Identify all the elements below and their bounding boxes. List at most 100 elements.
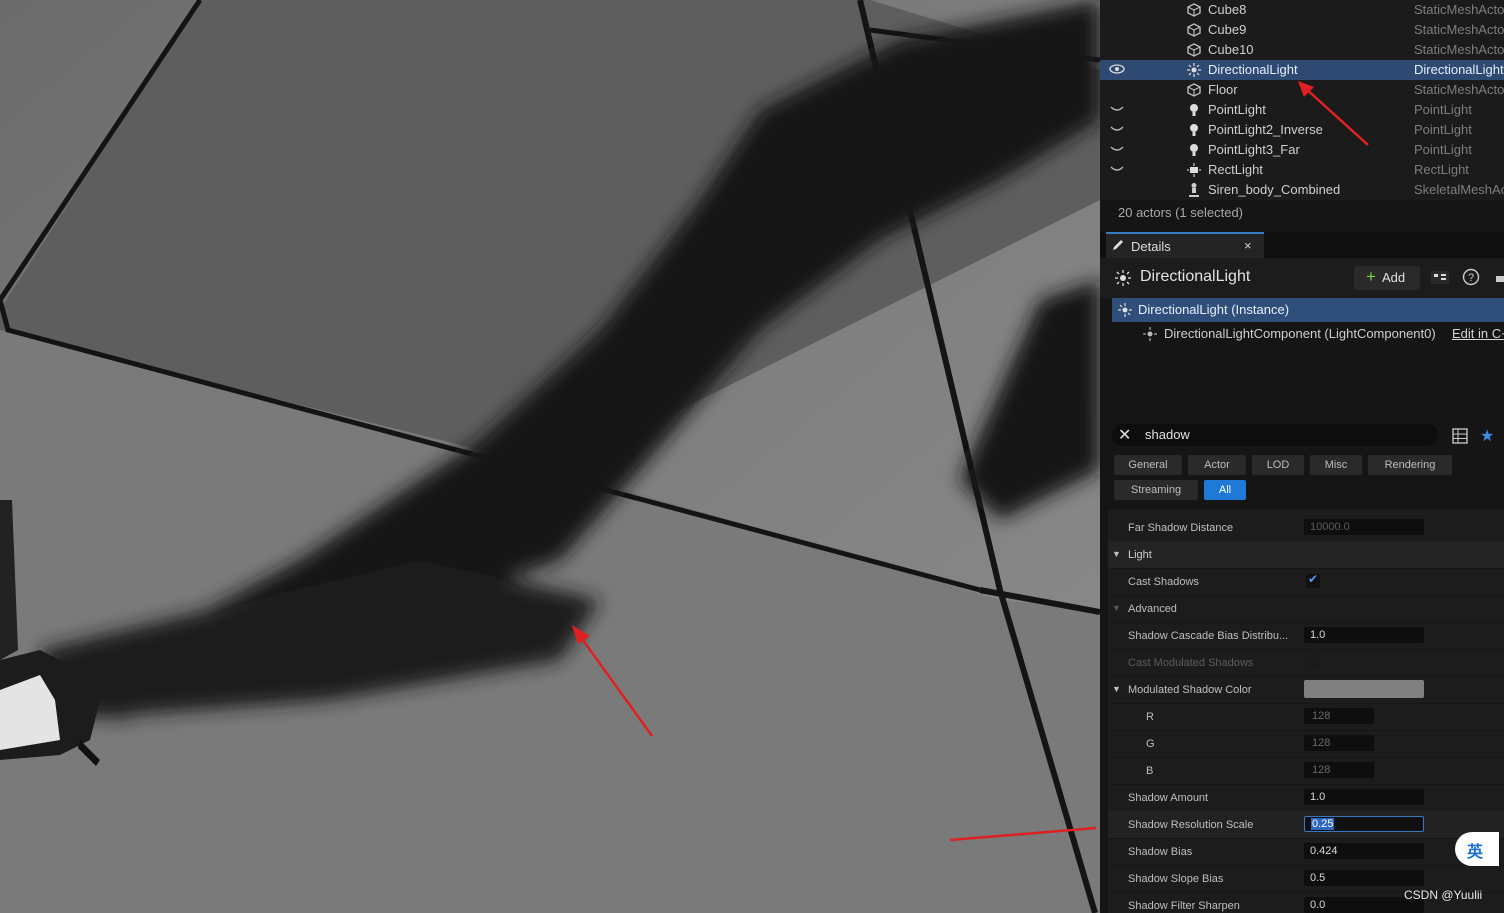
outliner-row-type: SkeletalMeshAc xyxy=(1414,182,1504,197)
clear-search-icon[interactable]: ✕ xyxy=(1118,425,1131,445)
outliner-row[interactable]: Cube9 StaticMeshActo xyxy=(1100,20,1504,40)
prop-label: Shadow Resolution Scale xyxy=(1128,819,1254,831)
outliner-row[interactable]: RectLight RectLight xyxy=(1100,160,1504,180)
filter-actor[interactable]: Actor xyxy=(1188,455,1246,475)
cast-modulated-checkbox[interactable] xyxy=(1306,655,1320,669)
favorite-star-icon[interactable]: ★ xyxy=(1480,426,1494,446)
shadow-bias-field[interactable]: 0.424 xyxy=(1304,843,1424,859)
tab-details[interactable]: Details × xyxy=(1106,232,1264,258)
close-icon[interactable]: × xyxy=(1244,238,1252,253)
eye-closed-icon[interactable] xyxy=(1109,163,1125,177)
eye-closed-icon[interactable] xyxy=(1109,103,1125,117)
filter-lod[interactable]: LOD xyxy=(1252,455,1304,475)
grid-view-icon[interactable] xyxy=(1452,428,1468,449)
prop-label: Far Shadow Distance xyxy=(1128,522,1234,534)
level-viewport[interactable] xyxy=(0,0,1100,913)
prop-label: Cast Shadows xyxy=(1128,576,1199,588)
prop-far-shadow-distance: Far Shadow Distance 10000.0 xyxy=(1108,514,1504,542)
outliner-row-name: Cube8 xyxy=(1208,2,1247,17)
prop-shadow-amount: Shadow Amount 1.0 xyxy=(1108,784,1504,812)
prop-label: Advanced xyxy=(1128,603,1177,615)
outliner-row-type: PointLight xyxy=(1414,122,1472,137)
details-actor-title: DirectionalLight xyxy=(1140,268,1251,285)
directional-light-icon xyxy=(1186,62,1202,78)
editor-side-panel: Cube8 StaticMeshActo Cube9 StaticMeshAct… xyxy=(1100,0,1504,913)
cast-shadows-checkbox[interactable]: ✔ xyxy=(1306,572,1320,588)
prop-value: 0.5 xyxy=(1310,872,1326,884)
prop-label: Shadow Amount xyxy=(1128,792,1209,804)
ime-indicator[interactable]: 英 xyxy=(1455,832,1499,866)
far-shadow-distance-field[interactable]: 10000.0 xyxy=(1304,519,1424,535)
prop-color-b: B 128 xyxy=(1108,757,1504,785)
prop-shadow-resolution-scale: Shadow Resolution Scale 0.25 xyxy=(1108,811,1504,839)
category-light[interactable]: ▼ Light xyxy=(1108,541,1504,569)
svg-text:?: ? xyxy=(1468,272,1474,284)
outliner-row[interactable]: Cube10 StaticMeshActo xyxy=(1100,40,1504,60)
component-child-label[interactable]: DirectionalLightComponent (LightComponen… xyxy=(1164,326,1436,341)
eye-closed-icon[interactable] xyxy=(1109,123,1125,137)
add-component-button[interactable]: + Add xyxy=(1354,266,1420,290)
directional-light-icon xyxy=(1117,302,1133,323)
prop-label: Shadow Bias xyxy=(1128,846,1193,858)
edit-in-cpp-link[interactable]: Edit in C+ xyxy=(1452,326,1504,341)
static-mesh-icon xyxy=(1186,42,1202,58)
component-instance-label: DirectionalLight (Instance) xyxy=(1138,302,1290,317)
shadow-slope-bias-field[interactable]: 0.5 xyxy=(1304,870,1424,886)
prop-value: 1.0 xyxy=(1310,791,1326,803)
color-g-field[interactable]: 128 xyxy=(1304,735,1374,751)
prop-cast-shadows: Cast Shadows ✔ xyxy=(1108,568,1504,596)
shadow-resolution-scale-input[interactable]: 0.25 xyxy=(1304,816,1424,832)
prop-value: 128 xyxy=(1312,737,1331,749)
tab-details-label: Details xyxy=(1131,239,1171,254)
color-swatch[interactable] xyxy=(1304,680,1424,698)
outliner-row-name: DirectionalLight xyxy=(1208,62,1298,77)
outliner-row-type: StaticMeshActo xyxy=(1414,2,1504,17)
blueprint-icon[interactable] xyxy=(1430,268,1450,291)
skeletal-mesh-icon xyxy=(1186,182,1202,198)
prop-value: 128 xyxy=(1312,764,1331,776)
outliner-row[interactable]: Cube8 StaticMeshActo xyxy=(1100,0,1504,20)
outliner-row-name: RectLight xyxy=(1208,162,1263,177)
outliner-row-name: Floor xyxy=(1208,82,1238,97)
point-light-icon xyxy=(1186,102,1202,118)
eye-closed-icon[interactable] xyxy=(1109,143,1125,157)
filter-misc[interactable]: Misc xyxy=(1310,455,1362,475)
details-tab-bar: Details × xyxy=(1100,232,1504,258)
prop-label: Cast Modulated Shadows xyxy=(1128,657,1254,669)
plus-icon: + xyxy=(1366,267,1376,286)
prop-label: G xyxy=(1146,738,1155,750)
shadow-amount-field[interactable]: 1.0 xyxy=(1304,789,1424,805)
color-r-field[interactable]: 128 xyxy=(1304,708,1374,724)
lock-icon[interactable] xyxy=(1496,276,1504,282)
world-outliner: Cube8 StaticMeshActo Cube9 StaticMeshAct… xyxy=(1100,0,1504,200)
prop-shadow-bias: Shadow Bias 0.424 xyxy=(1108,838,1504,866)
prop-advanced[interactable]: ▼ Advanced xyxy=(1108,595,1504,623)
component-instance-row[interactable]: DirectionalLight (Instance) xyxy=(1112,298,1504,322)
filter-all[interactable]: All xyxy=(1204,480,1246,500)
filter-general[interactable]: General xyxy=(1114,455,1182,475)
prop-label: R xyxy=(1146,711,1154,723)
static-mesh-icon xyxy=(1186,22,1202,38)
outliner-row-type: StaticMeshActo xyxy=(1414,42,1504,57)
prop-cascade-bias: Shadow Cascade Bias Distribu... 1.0 xyxy=(1108,622,1504,650)
color-b-field[interactable]: 128 xyxy=(1304,762,1374,778)
filter-streaming[interactable]: Streaming xyxy=(1114,480,1198,500)
directional-light-icon xyxy=(1142,326,1158,347)
filter-rendering[interactable]: Rendering xyxy=(1368,455,1452,475)
outliner-row[interactable]: Siren_body_Combined SkeletalMeshAc xyxy=(1100,180,1504,200)
eye-icon[interactable] xyxy=(1109,63,1125,77)
prop-color-g: G 128 xyxy=(1108,730,1504,758)
prop-cast-modulated-shadows: Cast Modulated Shadows xyxy=(1108,649,1504,677)
rect-light-icon xyxy=(1186,162,1202,178)
cascade-bias-field[interactable]: 1.0 xyxy=(1304,627,1424,643)
outliner-row-type: StaticMeshActo xyxy=(1414,82,1504,97)
point-light-icon xyxy=(1186,142,1202,158)
add-button-label: Add xyxy=(1382,270,1406,285)
help-icon[interactable]: ? xyxy=(1462,268,1480,291)
prop-label: B xyxy=(1146,765,1154,777)
expand-arrow-icon[interactable]: ▼ xyxy=(1112,684,1121,694)
details-search-input[interactable]: ✕ shadow xyxy=(1112,424,1438,446)
prop-value: 0.25 xyxy=(1311,818,1335,830)
prop-color-r: R 128 xyxy=(1108,703,1504,731)
prop-value: 0.424 xyxy=(1310,845,1338,857)
